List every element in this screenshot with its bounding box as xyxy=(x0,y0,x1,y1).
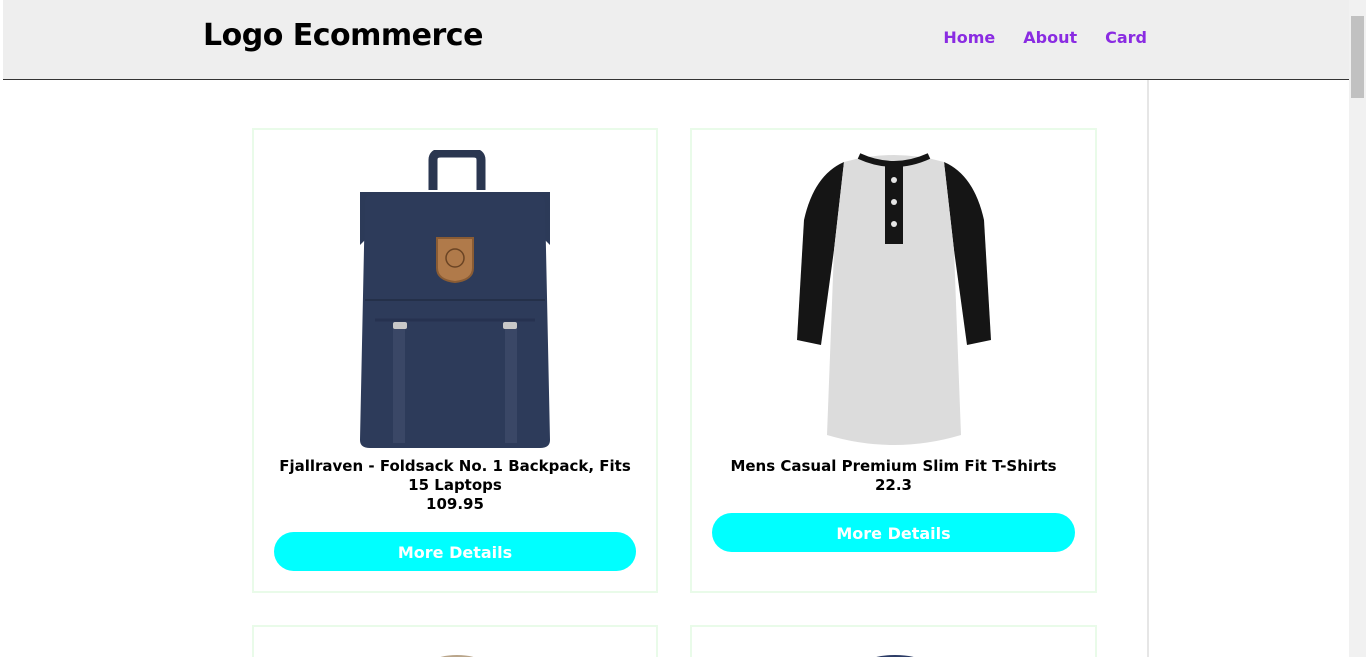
product-image-backpack[interactable] xyxy=(254,150,656,450)
content-divider xyxy=(1147,80,1149,657)
product-image-partial xyxy=(876,655,914,657)
product-price: 22.3 xyxy=(874,476,912,494)
product-image-partial xyxy=(440,655,474,657)
product-image-tshirt[interactable] xyxy=(692,150,1095,450)
product-card-partial xyxy=(690,625,1097,657)
vertical-scrollbar[interactable] xyxy=(1349,0,1366,657)
main-nav: Home About Card xyxy=(943,28,1147,47)
more-details-button[interactable]: More Details xyxy=(274,532,636,571)
page: Logo Ecommerce Home About Card Fjallrave… xyxy=(0,0,1366,657)
more-details-button[interactable]: More Details xyxy=(712,513,1075,552)
nav-card-link[interactable]: Card xyxy=(1105,28,1147,47)
scrollbar-thumb[interactable] xyxy=(1351,16,1364,98)
product-card: Mens Casual Premium Slim Fit T-Shirts 22… xyxy=(690,128,1097,593)
product-price: 109.95 xyxy=(426,495,484,513)
tshirt-image xyxy=(796,153,991,445)
product-card: Fjallraven - Foldsack No. 1 Backpack, Fi… xyxy=(252,128,658,593)
nav-home-link[interactable]: Home xyxy=(943,28,995,47)
product-card-partial xyxy=(252,625,658,657)
site-logo[interactable]: Logo Ecommerce xyxy=(203,18,483,53)
product-title: Fjallraven - Foldsack No. 1 Backpack, Fi… xyxy=(279,457,631,494)
nav-about-link[interactable]: About xyxy=(1023,28,1077,47)
backpack-image xyxy=(360,150,550,448)
product-title: Mens Casual Premium Slim Fit T-Shirts xyxy=(730,457,1057,475)
site-header: Logo Ecommerce Home About Card xyxy=(3,0,1349,80)
